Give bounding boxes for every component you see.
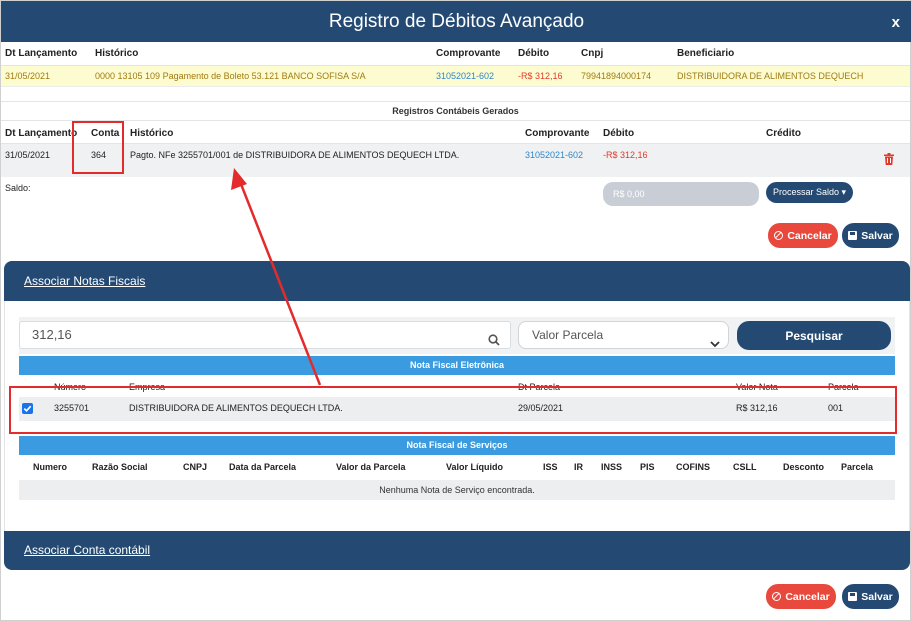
save-button-bottom[interactable]: Salvar bbox=[842, 584, 899, 609]
save-button-top[interactable]: Salvar bbox=[842, 223, 899, 248]
nfs-col-inss: INSS bbox=[601, 462, 623, 472]
col-cnpj: Cnpj bbox=[581, 48, 604, 59]
debit-date: 31/05/2021 bbox=[5, 71, 51, 81]
modal-titlebar: Registro de Débitos Avançado x bbox=[1, 1, 911, 42]
registros-header: Dt Lançamento Conta Histórico Comprovant… bbox=[1, 123, 910, 144]
annotation-box-nfe-row bbox=[9, 386, 897, 434]
ban-icon bbox=[772, 592, 782, 601]
reg-date: 31/05/2021 bbox=[5, 150, 51, 160]
filter-select-value: Valor Parcela bbox=[532, 328, 604, 342]
nfs-col-razao: Razão Social bbox=[92, 462, 148, 472]
reg-comprovante-link[interactable]: 31052021-602 bbox=[525, 150, 583, 160]
associar-conta-panel-header: Associar Conta contábil bbox=[4, 531, 910, 570]
search-icon[interactable] bbox=[488, 329, 500, 355]
nfs-col-numero: Numero bbox=[33, 462, 68, 472]
nfs-col-ir: IR bbox=[574, 462, 583, 472]
saldo-label: Saldo: bbox=[5, 183, 31, 193]
registros-title: Registros Contábeis Gerados bbox=[392, 106, 519, 116]
debit-beneficiario: DISTRIBUIDORA DE ALIMENTOS DEQUECH bbox=[677, 71, 864, 81]
nfe-band: Nota Fiscal Eletrônica bbox=[19, 356, 895, 375]
save-label-bottom: Salvar bbox=[861, 590, 893, 603]
associar-notas-link[interactable]: Associar Notas Fiscais bbox=[24, 274, 145, 288]
save-label-top: Salvar bbox=[861, 229, 893, 242]
search-input[interactable]: 312,16 bbox=[19, 321, 511, 349]
close-icon[interactable]: x bbox=[892, 14, 900, 31]
col-comprovante: Comprovante bbox=[436, 48, 501, 59]
col-beneficiario: Beneficiario bbox=[677, 48, 735, 59]
reg-col-historico: Histórico bbox=[130, 128, 174, 139]
reg-col-comprovante: Comprovante bbox=[525, 128, 590, 139]
debit-comprovante-link[interactable]: 31052021-602 bbox=[436, 71, 494, 81]
debit-table-header: Dt Lançamento Histórico Comprovante Débi… bbox=[1, 42, 910, 66]
ban-icon bbox=[774, 231, 784, 240]
nfs-col-cnpj: CNPJ bbox=[183, 462, 208, 472]
cancel-label-top: Cancelar bbox=[787, 229, 832, 242]
nfs-col-cofins: COFINS bbox=[676, 462, 711, 472]
cancel-button-top[interactable]: Cancelar bbox=[768, 223, 838, 248]
col-dt-lancamento: Dt Lançamento bbox=[5, 48, 78, 59]
nfs-col-data: Data da Parcela bbox=[229, 462, 297, 472]
saldo-value: R$ 0,00 bbox=[613, 189, 645, 199]
debit-row: 31/05/2021 0000 13105 109 Pagamento de B… bbox=[1, 66, 910, 87]
nfs-col-csll: CSLL bbox=[733, 462, 757, 472]
save-icon bbox=[848, 592, 858, 601]
reg-col-credito: Crédito bbox=[766, 128, 801, 139]
nfs-header: Numero Razão Social CNPJ Data da Parcela… bbox=[19, 457, 895, 479]
nfs-col-parcela: Parcela bbox=[841, 462, 874, 472]
debit-value: -R$ 312,16 bbox=[518, 71, 563, 81]
cancel-button-bottom[interactable]: Cancelar bbox=[766, 584, 836, 609]
reg-col-dt: Dt Lançamento bbox=[5, 128, 78, 139]
filter-select[interactable]: Valor Parcela bbox=[518, 321, 729, 349]
debit-cnpj: 79941894000174 bbox=[581, 71, 652, 81]
nfs-col-iss: ISS bbox=[543, 462, 558, 472]
registros-row: 31/05/2021 364 Pagto. NFe 3255701/001 de… bbox=[1, 144, 910, 177]
trash-icon[interactable] bbox=[884, 153, 894, 168]
search-button[interactable]: Pesquisar bbox=[737, 321, 891, 350]
reg-col-debito: Débito bbox=[603, 128, 635, 139]
nfs-empty-row: Nenhuma Nota de Serviço encontrada. bbox=[19, 480, 895, 500]
search-input-value: 312,16 bbox=[32, 327, 72, 342]
debit-register-modal: Registro de Débitos Avançado x Dt Lançam… bbox=[0, 0, 911, 621]
col-debito: Débito bbox=[518, 48, 550, 59]
reg-historico: Pagto. NFe 3255701/001 de DISTRIBUIDORA … bbox=[130, 150, 460, 160]
nfs-band: Nota Fiscal de Serviços bbox=[19, 436, 895, 455]
search-button-label: Pesquisar bbox=[785, 328, 843, 343]
reg-debito: -R$ 312,16 bbox=[603, 150, 648, 160]
nfs-col-desconto: Desconto bbox=[783, 462, 825, 472]
col-historico: Histórico bbox=[95, 48, 139, 59]
nfs-col-valor-parcela: Valor da Parcela bbox=[336, 462, 406, 472]
modal-title: Registro de Débitos Avançado bbox=[328, 11, 585, 32]
debit-historico: 0000 13105 109 Pagamento de Boleto 53.12… bbox=[95, 71, 366, 81]
processar-saldo-label: Processar Saldo ▾ bbox=[772, 187, 847, 197]
chevron-down-icon bbox=[710, 331, 720, 357]
save-icon bbox=[848, 231, 858, 240]
associar-notas-panel-header: Associar Notas Fiscais bbox=[4, 261, 910, 301]
annotation-box-conta bbox=[72, 121, 124, 174]
associar-conta-link[interactable]: Associar Conta contábil bbox=[24, 543, 150, 557]
nfs-col-valor-liquido: Valor Líquido bbox=[446, 462, 504, 472]
nfs-col-pis: PIS bbox=[640, 462, 655, 472]
processar-saldo-button[interactable]: Processar Saldo ▾ bbox=[766, 182, 853, 203]
nfs-empty-message: Nenhuma Nota de Serviço encontrada. bbox=[379, 485, 535, 495]
registros-title-bar: Registros Contábeis Gerados bbox=[1, 101, 910, 121]
saldo-field[interactable]: R$ 0,00 bbox=[603, 182, 759, 206]
cancel-label-bottom: Cancelar bbox=[785, 590, 830, 603]
